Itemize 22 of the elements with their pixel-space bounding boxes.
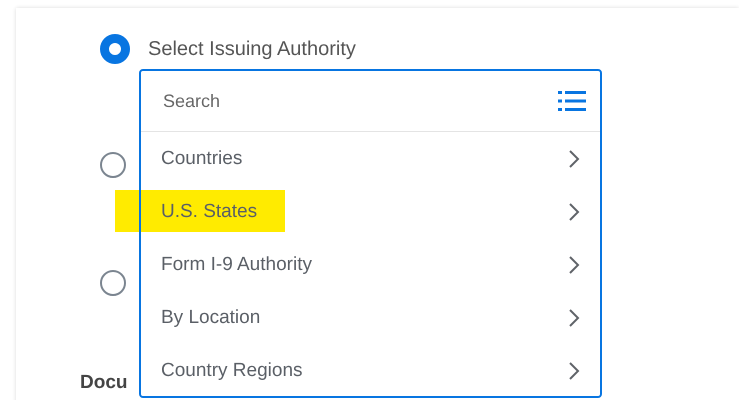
item-label: Countries xyxy=(161,148,242,170)
menu-item[interactable]: By Location xyxy=(141,291,600,344)
item-label: Form I-9 Authority xyxy=(161,254,312,276)
radio-button[interactable] xyxy=(100,270,126,296)
item-label: Country Regions xyxy=(161,360,303,382)
search-field[interactable]: Search xyxy=(161,90,558,112)
menu-item[interactable]: Country Regions xyxy=(141,344,600,397)
list-icon[interactable] xyxy=(558,90,586,112)
section-heading: Docu xyxy=(80,372,128,394)
chevron-icon xyxy=(568,148,580,168)
chevron-icon xyxy=(568,360,580,380)
item-label: U.S. States xyxy=(161,200,258,222)
chevron-icon xyxy=(568,254,580,274)
radio-button[interactable] xyxy=(100,34,130,64)
option-label: Select Issuing Authority xyxy=(148,38,356,60)
menu-item[interactable]: Form I-9 Authority xyxy=(141,238,600,291)
menu-item[interactable]: Countries xyxy=(141,132,600,185)
menu-item[interactable]: U.S. States xyxy=(141,185,600,238)
chevron-icon xyxy=(568,202,580,222)
radio-button[interactable] xyxy=(100,152,126,178)
chevron-icon xyxy=(568,308,580,328)
item-label: By Location xyxy=(161,306,260,328)
